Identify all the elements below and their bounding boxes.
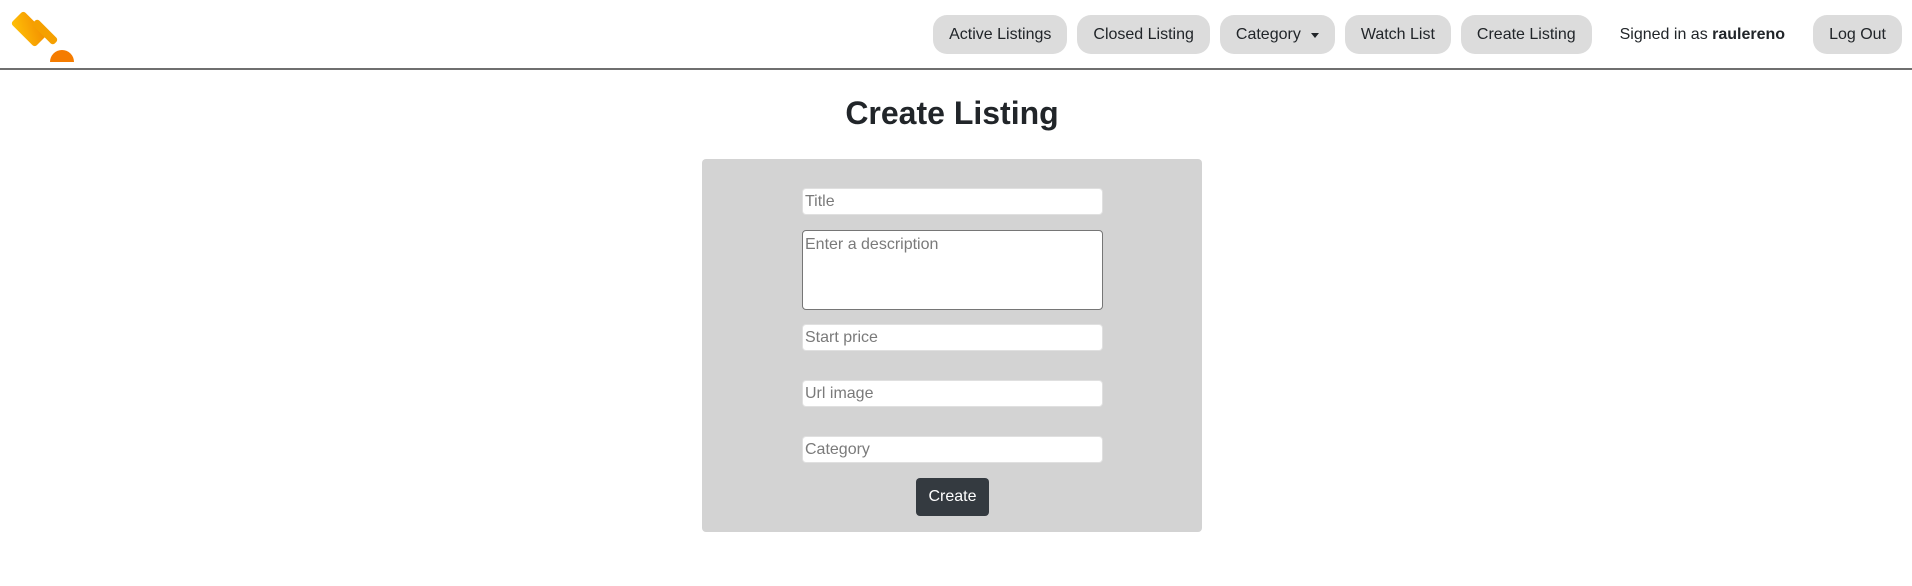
image-url-input[interactable]	[802, 380, 1103, 407]
signed-in-status: Signed in as raulereno	[1602, 26, 1803, 44]
start-price-input[interactable]	[802, 324, 1103, 351]
nav-closed-listing-label: Closed Listing	[1093, 25, 1194, 43]
nav-create-listing[interactable]: Create Listing	[1460, 15, 1592, 54]
nav-category-dropdown[interactable]: Category	[1219, 15, 1335, 54]
create-button[interactable]: Create	[916, 478, 989, 516]
create-listing-form: Create	[702, 159, 1202, 532]
navbar: Active Listings Closed Listing Category …	[0, 0, 1912, 70]
nav-active-listings[interactable]: Active Listings	[933, 15, 1068, 54]
nav-watch-list[interactable]: Watch List	[1344, 15, 1451, 54]
chevron-down-icon	[1310, 32, 1319, 38]
page-title: Create Listing	[845, 95, 1059, 131]
gavel-icon[interactable]	[10, 6, 74, 64]
logout-label: Log Out	[1829, 25, 1886, 43]
nav-category-label: Category	[1235, 25, 1301, 43]
category-input[interactable]	[802, 436, 1103, 463]
logout-button[interactable]: Log Out	[1813, 15, 1902, 54]
nav-closed-listing[interactable]: Closed Listing	[1077, 15, 1210, 54]
username: raulereno	[1712, 25, 1786, 43]
description-textarea[interactable]	[802, 230, 1103, 310]
nav-create-listing-label: Create Listing	[1476, 25, 1576, 43]
title-input[interactable]	[802, 188, 1103, 215]
nav-active-listings-label: Active Listings	[949, 25, 1052, 43]
signed-in-prefix: Signed in as	[1619, 25, 1708, 43]
nav-menu: Active Listings Closed Listing Category …	[933, 15, 1902, 54]
nav-watch-list-label: Watch List	[1360, 25, 1435, 43]
